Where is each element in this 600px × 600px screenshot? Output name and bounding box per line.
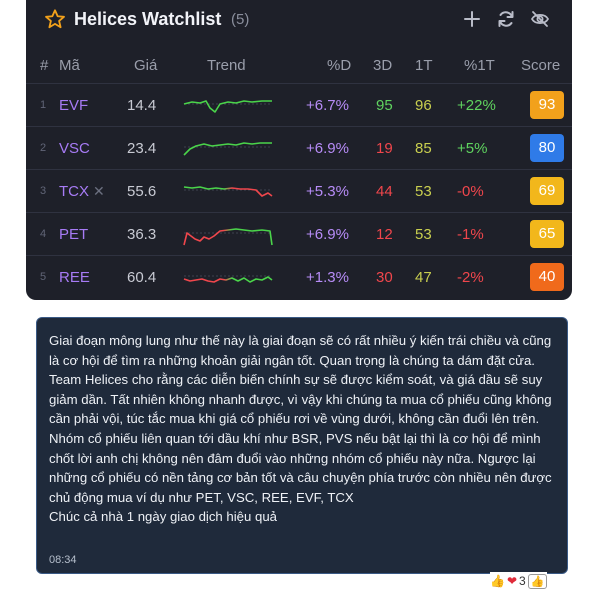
trend-sparkline: [183, 186, 273, 197]
rank-cell: 2: [40, 142, 47, 154]
col-header-price[interactable]: Giá: [134, 57, 157, 74]
table-row[interactable]: 1 EVF 14.4 +6.7% 95 96 +22% 93: [26, 83, 572, 126]
1t-cell: 96: [415, 97, 432, 114]
trend-sparkline: [183, 228, 273, 246]
col-header-pct-1t[interactable]: %1T: [464, 57, 495, 74]
pct-d-cell: +5.3%: [306, 183, 349, 200]
score-badge: 40: [530, 263, 564, 291]
ticker-cell[interactable]: EVF: [59, 97, 88, 114]
table-row[interactable]: 2 VSC 23.4 +6.9% 19 85 +5% 80: [26, 126, 572, 169]
score-badge: 69: [530, 177, 564, 205]
col-header-score[interactable]: Score: [521, 57, 560, 74]
watchlist-title: Helices Watchlist: [74, 9, 222, 29]
eye-off-icon[interactable]: [530, 9, 550, 29]
trend-sparkline: [183, 142, 272, 156]
pct-1t-cell: +5%: [457, 140, 488, 157]
col-header-3d[interactable]: 3D: [373, 57, 392, 74]
3d-cell: 30: [376, 269, 393, 286]
price-cell: 36.3: [127, 226, 157, 243]
message-text: Giai đoạn mông lung như thế này là giai …: [49, 333, 552, 525]
1t-cell: 53: [415, 226, 432, 243]
score-badge: 80: [530, 134, 564, 162]
ticker-cell[interactable]: VSC: [59, 140, 90, 157]
watchlist-header: Helices Watchlist (5): [26, 0, 572, 42]
ticker-cell[interactable]: TCX: [59, 183, 89, 200]
pct-1t-cell: -1%: [457, 226, 484, 243]
rank-cell: 1: [40, 99, 47, 111]
watchlist-card: Helices Watchlist (5) # Mã Giá Trend %D …: [26, 0, 572, 300]
score-badge: 93: [530, 91, 564, 119]
star-icon[interactable]: [44, 8, 66, 30]
remove-icon[interactable]: ✕: [93, 183, 105, 200]
3d-cell: 19: [376, 140, 393, 157]
thumbs-up-icon: 👍: [490, 574, 505, 588]
price-cell: 55.6: [127, 183, 157, 200]
pct-1t-cell: -0%: [457, 183, 484, 200]
ticker-cell[interactable]: PET: [59, 226, 88, 243]
table-row[interactable]: 3 TCX 55.6 +5.3% 44 53 -0% ✕ 69: [26, 169, 572, 212]
3d-cell: 95: [376, 97, 393, 114]
col-header-rank: #: [40, 57, 49, 74]
1t-cell: 47: [415, 269, 432, 286]
3d-cell: 12: [376, 226, 393, 243]
trend-sparkline: [183, 100, 272, 113]
rank-cell: 4: [40, 228, 47, 240]
price-cell: 14.4: [127, 97, 157, 114]
price-cell: 23.4: [127, 140, 157, 157]
1t-cell: 85: [415, 140, 432, 157]
rank-cell: 3: [40, 185, 47, 197]
pct-1t-cell: -2%: [457, 269, 484, 286]
table-row[interactable]: 4 PET 36.3 +6.9% 12 53 -1% 65: [26, 212, 572, 255]
plus-icon[interactable]: [462, 9, 482, 29]
table-row[interactable]: 5 REE 60.4 +1.3% 30 47 -2% 40: [26, 255, 572, 298]
pct-d-cell: +6.9%: [306, 226, 349, 243]
trend-sparkline: [183, 275, 273, 283]
3d-cell: 44: [376, 183, 393, 200]
reaction-count: 3: [519, 574, 526, 588]
reaction-bar[interactable]: 👍 ❤ 3 👍: [490, 572, 548, 590]
score-badge: 65: [530, 220, 564, 248]
watchlist-count: (5): [231, 11, 250, 28]
like-button-icon[interactable]: 👍: [527, 573, 548, 589]
ticker-cell[interactable]: REE: [59, 269, 90, 286]
col-header-1t[interactable]: 1T: [415, 57, 433, 74]
chat-message-bubble: Giai đoạn mông lung như thế này là giai …: [36, 317, 568, 574]
pct-d-cell: +1.3%: [306, 269, 349, 286]
col-header-pct-d[interactable]: %D: [327, 57, 351, 74]
message-time: 08:34: [49, 554, 77, 566]
price-cell: 60.4: [127, 269, 157, 286]
rank-cell: 5: [40, 271, 47, 283]
1t-cell: 53: [415, 183, 432, 200]
pct-d-cell: +6.7%: [306, 97, 349, 114]
pct-d-cell: +6.9%: [306, 140, 349, 157]
heart-icon: ❤: [506, 574, 518, 588]
col-header-trend: Trend: [207, 57, 246, 74]
col-header-ticker[interactable]: Mã: [59, 57, 80, 74]
pct-1t-cell: +22%: [457, 97, 496, 114]
refresh-icon[interactable]: [496, 9, 516, 29]
